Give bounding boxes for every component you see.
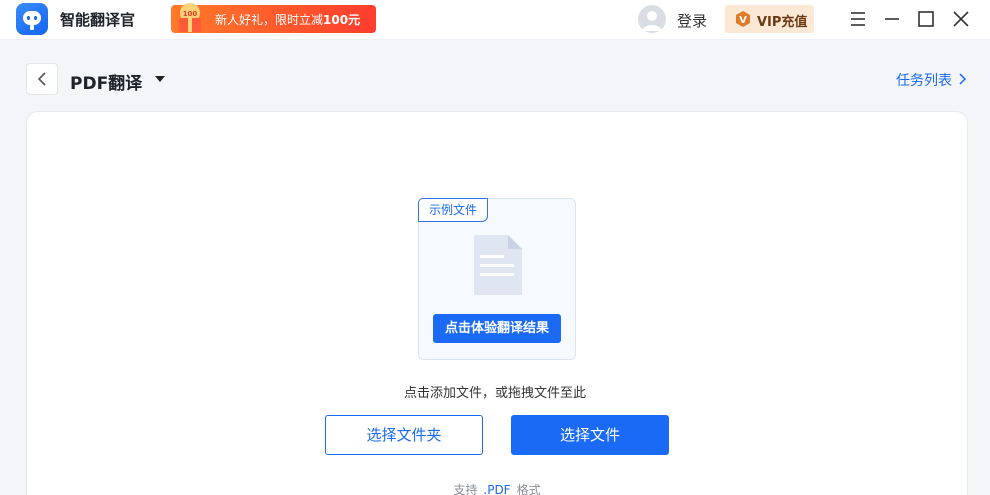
promo-text: 新人好礼，限时立减100元 [215,13,361,27]
gift-icon: 100 [179,3,201,32]
login-link[interactable]: 登录 [677,10,707,31]
chevron-right-icon[interactable] [957,72,967,86]
chevron-left-icon [37,72,46,86]
supported-formats: 支持 .PDF 格式 [0,481,990,495]
back-button[interactable] [26,63,58,95]
page-title: PDF翻译 [70,74,143,94]
title-bar: 智能翻译官 100 新人好礼，限时立减100元 登录 V VIP充值 [0,0,990,40]
support-format: .PDF [483,483,511,495]
close-icon[interactable] [950,8,972,30]
try-translation-button[interactable]: 点击体验翻译结果 [433,314,561,343]
app-title: 智能翻译官 [60,11,136,29]
maximize-icon[interactable] [915,8,937,30]
vip-recharge-button[interactable]: V VIP充值 [725,5,814,33]
vip-label: VIP充值 [757,15,808,30]
select-file-button[interactable]: 选择文件 [511,415,669,455]
svg-text:100: 100 [183,10,198,18]
support-prefix: 支持 [453,483,478,495]
select-folder-button[interactable]: 选择文件夹 [325,415,483,455]
vip-badge-icon: V [736,11,750,27]
support-suffix: 格式 [516,483,541,495]
minimize-icon[interactable] [881,8,903,30]
document-icon [474,235,522,295]
promo-banner[interactable]: 100 新人好礼，限时立减100元 [171,3,376,33]
sample-file-tag: 示例文件 [418,198,488,222]
caret-down-icon[interactable] [153,73,167,85]
drop-hint: 点击添加文件，或拖拽文件至此 [403,386,586,401]
hamburger-menu-icon[interactable] [847,8,869,30]
user-avatar-icon[interactable] [638,5,666,33]
app-logo-icon [16,3,48,35]
svg-text:V: V [739,15,747,26]
task-list-link[interactable]: 任务列表 [896,70,952,90]
